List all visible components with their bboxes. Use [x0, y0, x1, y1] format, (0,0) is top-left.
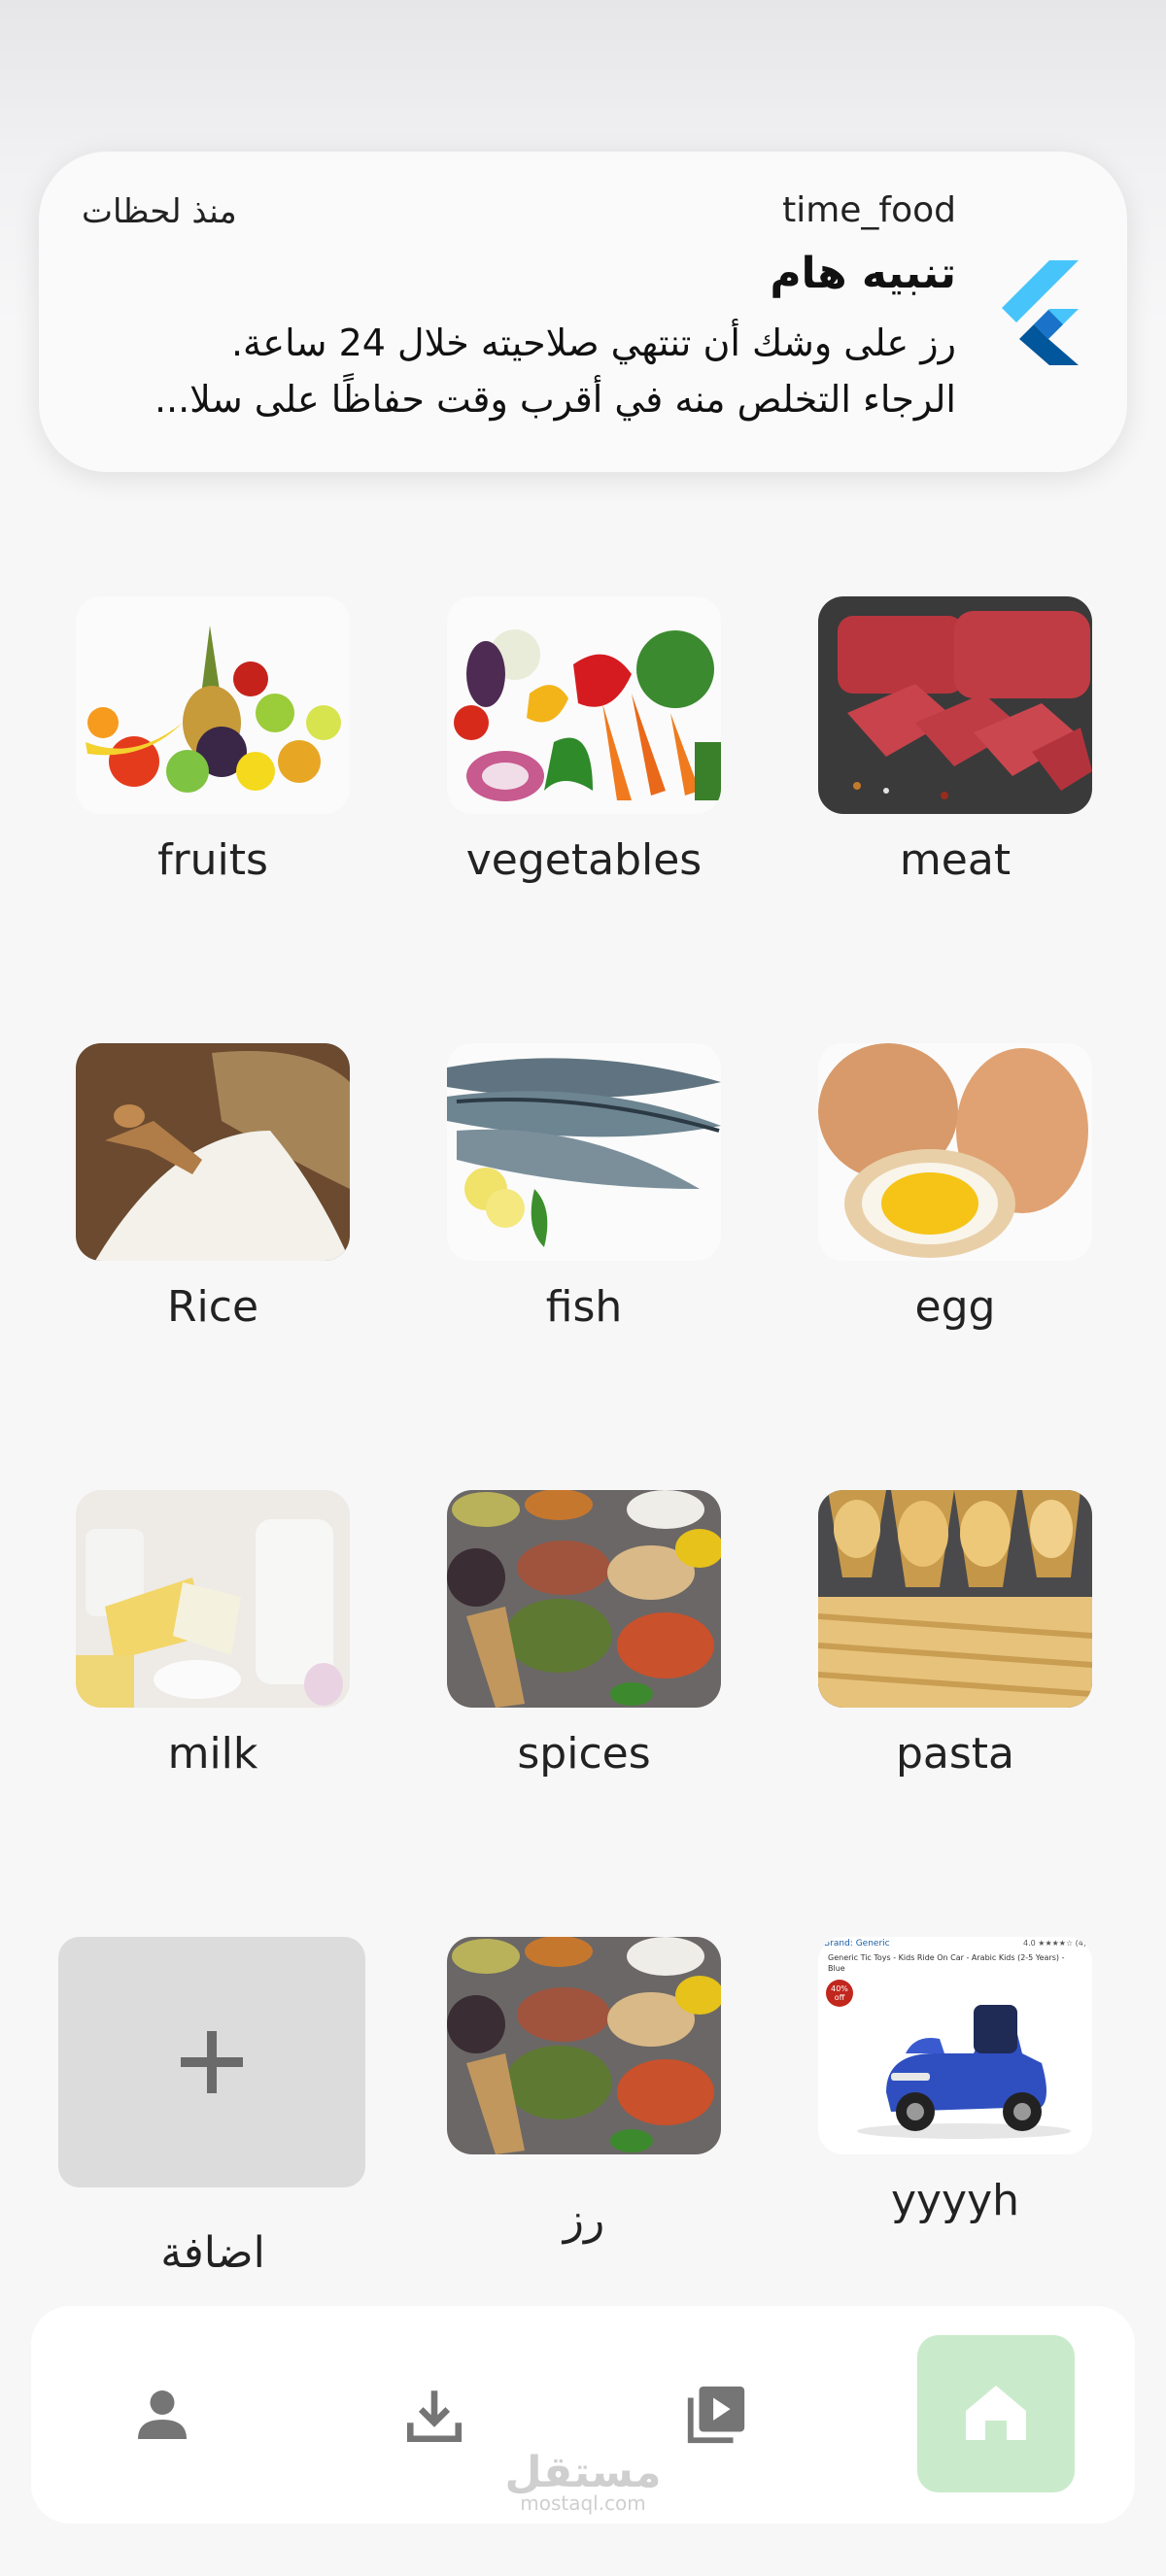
- milk-image: [76, 1490, 350, 1708]
- meat-image: [818, 596, 1092, 814]
- category-egg[interactable]: egg: [818, 1043, 1092, 1332]
- category-yyyyh[interactable]: Brand: Generic 4.0 ★★★★☆ (4) Generic Tic…: [818, 1937, 1092, 2225]
- category-label: رز: [563, 2195, 605, 2245]
- category-milk[interactable]: milk: [76, 1490, 350, 1779]
- category-label: spices: [517, 1729, 651, 1779]
- spices-image: [447, 1490, 721, 1708]
- category-label: fruits: [157, 835, 268, 885]
- category-rice[interactable]: Rice: [76, 1043, 350, 1332]
- watermark-arabic: مستقل: [504, 2448, 662, 2497]
- nav-profile[interactable]: [89, 2306, 235, 2524]
- category-label: pasta: [895, 1729, 1015, 1779]
- category-label: yyyyh: [890, 2176, 1020, 2225]
- plus-icon-vertical: [207, 2031, 217, 2093]
- category-label: Rice: [166, 1282, 259, 1332]
- category-spices[interactable]: spices: [447, 1490, 721, 1779]
- notification-time: منذ لحظات: [82, 192, 237, 231]
- toy-car-image: Brand: Generic 4.0 ★★★★☆ (4) Generic Tic…: [818, 1937, 1092, 2154]
- notification-app-name: time_food: [782, 190, 956, 230]
- notification-body-line-2: الرجاء التخلص منه في أقرب وقت حفاظًا على…: [154, 378, 956, 421]
- category-fish[interactable]: fish: [447, 1043, 721, 1332]
- notification-body-line-1: رز على وشك أن تنتهي صلاحيته خلال 24 ساعة…: [230, 322, 956, 364]
- vegetables-image: [447, 596, 721, 814]
- person-icon: [138, 2390, 187, 2439]
- rice-image: [76, 1043, 350, 1261]
- category-label: fish: [545, 1282, 623, 1332]
- spices-image: [447, 1937, 721, 2154]
- watermark-latin: mostaql.com: [520, 2491, 646, 2515]
- category-label: milk: [167, 1729, 258, 1779]
- nav-home[interactable]: [917, 2335, 1075, 2492]
- fish-image: [447, 1043, 721, 1261]
- home-icon: [966, 2386, 1026, 2440]
- flutter-icon: [1002, 260, 1079, 365]
- pasta-image: [818, 1490, 1092, 1708]
- download-icon: [406, 2390, 463, 2443]
- category-vegetables[interactable]: vegetables: [447, 596, 721, 885]
- add-category-button[interactable]: [58, 1937, 365, 2187]
- category-label: vegetables: [465, 835, 703, 885]
- video-library-icon: [687, 2386, 745, 2444]
- category-rice-ar[interactable]: رز: [447, 1937, 721, 2245]
- category-meat[interactable]: meat: [818, 596, 1092, 885]
- notification-body: رز على وشك أن تنتهي صلاحيته خلال 24 ساعة…: [101, 315, 956, 427]
- notification-title: تنبيه هام: [770, 249, 956, 298]
- egg-image: [818, 1043, 1092, 1261]
- category-label: egg: [914, 1282, 996, 1332]
- category-label: meat: [899, 835, 1012, 885]
- add-category-label: اضافة: [160, 2228, 265, 2278]
- notification-card[interactable]: منذ لحظات time_food تنبيه هام رز على وشك…: [39, 152, 1127, 472]
- watermark: مستقل mostaql.com: [466, 2448, 700, 2515]
- toy-car-icon: [857, 2005, 1071, 2139]
- fruits-image: [76, 596, 350, 814]
- category-pasta[interactable]: pasta: [818, 1490, 1092, 1779]
- category-fruits[interactable]: fruits: [76, 596, 350, 885]
